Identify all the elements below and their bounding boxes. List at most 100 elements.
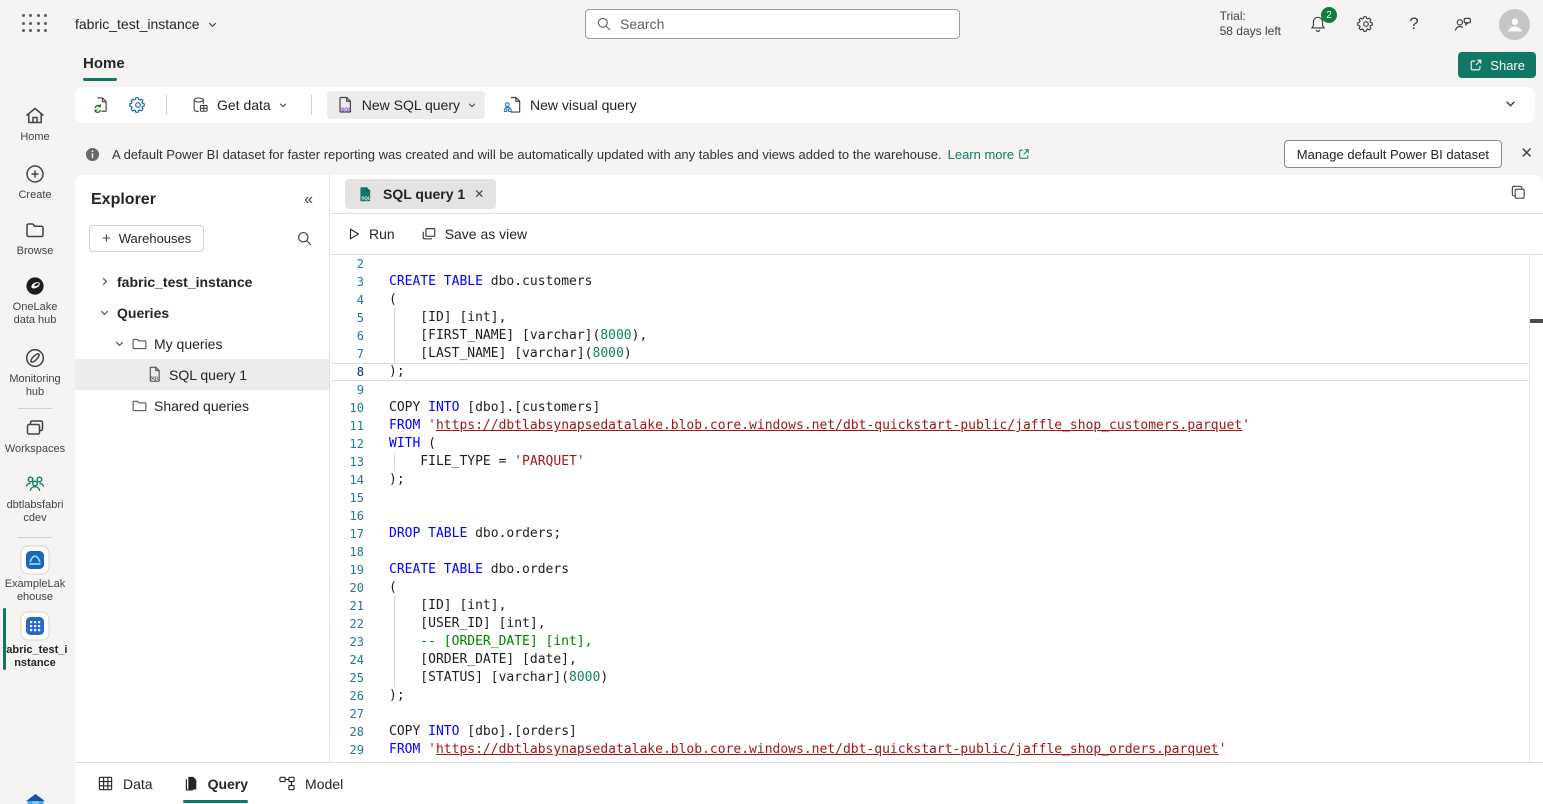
app-launcher-icon[interactable] xyxy=(22,14,48,34)
rail-item-monitoring-hub[interactable]: Monitoring hub xyxy=(0,346,70,399)
code-line-2[interactable]: 2 xyxy=(331,255,1543,273)
selected-indicator xyxy=(3,608,6,670)
code-text: ); xyxy=(389,471,405,489)
workspace-name: fabric_test_instance xyxy=(75,16,200,32)
manage-default-dataset-button[interactable]: Manage default Power BI dataset xyxy=(1284,140,1502,168)
collapse-pane-icon[interactable]: « xyxy=(304,191,313,209)
code-line-6[interactable]: 6 [FIRST_NAME] [varchar](8000), xyxy=(331,327,1543,345)
chevron-right-icon[interactable] xyxy=(95,276,113,287)
code-line-24[interactable]: 24 [ORDER_DATE] [date], xyxy=(331,651,1543,669)
code-line-5[interactable]: 5 [ID] [int], xyxy=(331,309,1543,327)
query-tab[interactable]: SQL SQL query 1 ✕ xyxy=(345,179,496,209)
code-line-19[interactable]: 19CREATE TABLE dbo.orders xyxy=(331,561,1543,579)
close-tab-icon[interactable]: ✕ xyxy=(474,187,484,201)
tab-home[interactable]: Home xyxy=(83,55,125,72)
code-line-8[interactable]: 8); xyxy=(331,363,1543,381)
workspace-switcher[interactable]: fabric_test_instance xyxy=(75,16,218,32)
code-line-27[interactable]: 27 xyxy=(331,705,1543,723)
explorer-search-icon[interactable] xyxy=(296,230,313,247)
help-button[interactable]: ? xyxy=(1403,13,1425,35)
view-tab-model[interactable]: Model xyxy=(278,763,343,804)
rail-item-browse[interactable]: Browse xyxy=(0,218,70,258)
code-text: FILE_TYPE = 'PARQUET' xyxy=(389,453,585,471)
rail-item-home[interactable]: Home xyxy=(0,104,70,144)
code-line-9[interactable]: 9 xyxy=(331,381,1543,399)
code-line-16[interactable]: 16 xyxy=(331,507,1543,525)
line-number: 12 xyxy=(331,435,389,453)
run-button[interactable]: Run xyxy=(347,226,395,242)
chevron-down-icon[interactable] xyxy=(110,338,128,349)
home-icon xyxy=(23,104,47,128)
new-sql-query-button[interactable]: SQL New SQL query xyxy=(327,91,485,119)
rail-item-label: Browse xyxy=(17,245,54,258)
rail-item-onelake-data-hub[interactable]: OneLake data hub xyxy=(0,274,70,327)
code-line-7[interactable]: 7 [LAST_NAME] [varchar](8000) xyxy=(331,345,1543,363)
tree-item-fabric-test-instance[interactable]: fabric_test_instance xyxy=(75,266,329,297)
close-banner-icon[interactable]: ✕ xyxy=(1520,144,1533,162)
warehouse-icon xyxy=(20,611,50,641)
rail-item-create[interactable]: Create xyxy=(0,162,70,202)
global-search[interactable] xyxy=(585,9,960,39)
code-line-12[interactable]: 12WITH ( xyxy=(331,435,1543,453)
tree-item-my-queries[interactable]: My queries xyxy=(75,328,329,359)
code-line-25[interactable]: 25 [STATUS] [varchar](8000) xyxy=(331,669,1543,687)
code-line-20[interactable]: 20( xyxy=(331,579,1543,597)
search-input[interactable] xyxy=(620,16,949,32)
add-warehouses-button[interactable]: + Warehouses xyxy=(89,225,204,252)
chevron-down-icon[interactable] xyxy=(95,307,113,318)
editor-scrollbar[interactable] xyxy=(1529,255,1543,762)
line-number: 28 xyxy=(331,723,389,741)
rail-item-dbtlabsfabricdev[interactable]: dbtlabsfabri cdev xyxy=(0,472,70,525)
rail-item-examplelakehouse[interactable]: ExampleLak ehouse xyxy=(0,545,70,604)
save-as-view-button[interactable]: Save as view xyxy=(421,226,527,242)
toolbar-divider xyxy=(311,95,312,115)
rail-item-data-warehouse[interactable]: Data Warehouse xyxy=(0,790,70,804)
notifications-button[interactable]: 2 xyxy=(1307,13,1329,35)
settings-ribbon-button[interactable] xyxy=(125,92,151,118)
code-line-11[interactable]: 11FROM 'https://dbtlabsynapsedatalake.bl… xyxy=(331,417,1543,435)
avatar[interactable] xyxy=(1499,9,1530,40)
rail-item-workspaces[interactable]: Workspaces xyxy=(0,416,70,456)
code-line-29[interactable]: 29FROM 'https://dbtlabsynapsedatalake.bl… xyxy=(331,741,1543,759)
share-button[interactable]: Share xyxy=(1458,52,1536,78)
code-line-21[interactable]: 21 [ID] [int], xyxy=(331,597,1543,615)
rail-item-fabric-test-instance[interactable]: fabric_test_i nstance xyxy=(0,611,70,670)
feedback-button[interactable] xyxy=(1451,13,1473,35)
code-line-3[interactable]: 3CREATE TABLE dbo.customers xyxy=(331,273,1543,291)
code-line-14[interactable]: 14); xyxy=(331,471,1543,489)
code-line-10[interactable]: 10COPY INTO [dbo].[customers] xyxy=(331,399,1543,417)
learn-more-link[interactable]: Learn more xyxy=(948,147,1030,162)
tree-item-queries[interactable]: Queries xyxy=(75,297,329,328)
code-line-4[interactable]: 4( xyxy=(331,291,1543,309)
view-tab-data[interactable]: Data xyxy=(97,763,153,804)
gear-blue-icon xyxy=(128,95,148,115)
indent-guide xyxy=(394,633,395,651)
workspaces-icon xyxy=(23,416,47,440)
code-line-15[interactable]: 15 xyxy=(331,489,1543,507)
view-tab-query[interactable]: Query xyxy=(183,763,248,804)
new-visual-query-button[interactable]: New visual query xyxy=(495,91,645,119)
sql-editor[interactable]: 23CREATE TABLE dbo.customers4(5 [ID] [in… xyxy=(331,255,1543,762)
collapse-ribbon-icon[interactable] xyxy=(1504,97,1517,110)
code-line-17[interactable]: 17DROP TABLE dbo.orders; xyxy=(331,525,1543,543)
tree-item-shared-queries[interactable]: Shared queries xyxy=(75,390,329,421)
line-number: 22 xyxy=(331,615,389,633)
code-line-23[interactable]: 23 -- [ORDER_DATE] [int], xyxy=(331,633,1543,651)
tree-item-label: SQL query 1 xyxy=(169,367,247,383)
copy-icon[interactable] xyxy=(1510,184,1527,201)
rail-divider xyxy=(18,408,52,409)
rail-divider xyxy=(18,537,52,538)
plus-icon: + xyxy=(102,230,111,247)
refresh-dataset-button[interactable] xyxy=(89,92,115,118)
code-line-22[interactable]: 22 [USER_ID] [int], xyxy=(331,615,1543,633)
code-line-28[interactable]: 28COPY INTO [dbo].[orders] xyxy=(331,723,1543,741)
get-data-button[interactable]: Get data xyxy=(182,91,296,119)
scrollbar-thumb[interactable] xyxy=(1530,319,1543,323)
code-line-13[interactable]: 13 FILE_TYPE = 'PARQUET' xyxy=(331,453,1543,471)
settings-button[interactable] xyxy=(1355,13,1377,35)
code-line-18[interactable]: 18 xyxy=(331,543,1543,561)
code-line-26[interactable]: 26); xyxy=(331,687,1543,705)
code-text: ); xyxy=(389,363,405,381)
line-number: 17 xyxy=(331,525,389,543)
tree-item-sql-query-1[interactable]: SQLSQL query 1 xyxy=(75,359,329,390)
